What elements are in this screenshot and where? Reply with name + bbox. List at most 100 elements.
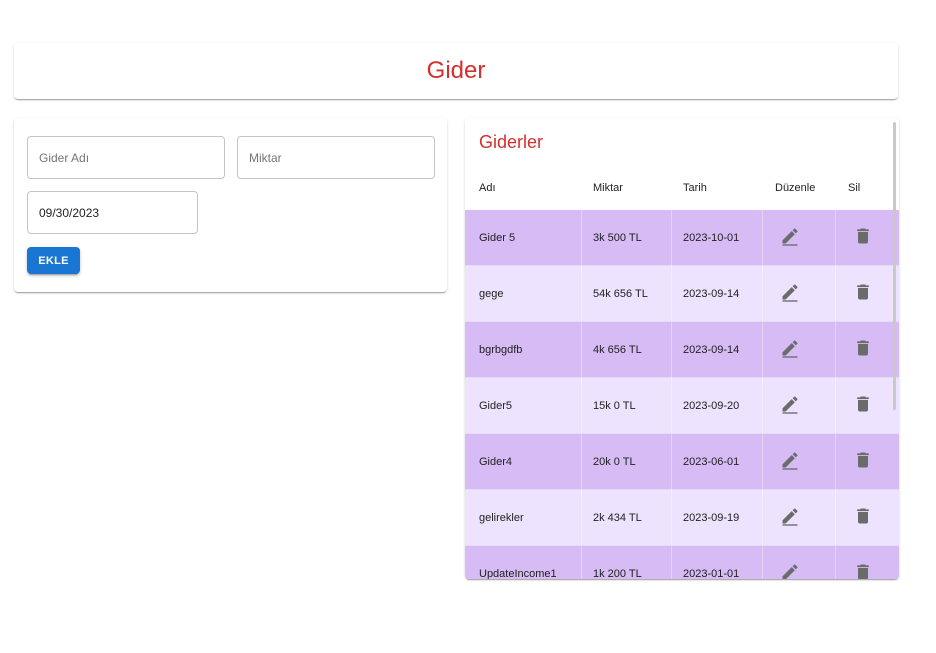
date-field[interactable]	[27, 191, 198, 234]
header-bar: Gider	[14, 43, 898, 99]
edit-button[interactable]	[778, 394, 802, 418]
row-name: UpdateIncome1	[479, 568, 557, 579]
column-divider	[581, 266, 582, 322]
trash-delete-icon	[853, 338, 873, 363]
column-divider	[671, 490, 672, 546]
table-row: gelirekler 2k 434 TL 2023-09-19	[465, 490, 899, 546]
edit-button[interactable]	[778, 282, 802, 306]
expense-list-panel: Giderler Adı Miktar Tarih Düzenle Sil Gi…	[465, 118, 899, 579]
edit-button[interactable]	[778, 226, 802, 250]
row-amount: 20k 0 TL	[593, 456, 636, 468]
trash-delete-icon	[853, 226, 873, 251]
row-date: 2023-01-01	[683, 568, 740, 579]
column-divider	[762, 546, 763, 579]
column-divider	[671, 378, 672, 434]
row-amount: 2k 434 TL	[593, 512, 642, 524]
table-row: gege 54k 656 TL 2023-09-14	[465, 266, 899, 322]
column-divider	[835, 266, 836, 322]
amount-field[interactable]	[237, 136, 435, 179]
delete-button[interactable]	[851, 282, 875, 306]
row-date: 2023-09-19	[683, 512, 740, 524]
column-divider	[581, 434, 582, 490]
pencil-edit-icon	[780, 226, 800, 251]
row-amount: 15k 0 TL	[593, 400, 636, 412]
expense-list-title: Giderler	[479, 132, 544, 152]
table-row: Gider4 20k 0 TL 2023-06-01	[465, 434, 899, 490]
table-row: UpdateIncome1 1k 200 TL 2023-01-01	[465, 546, 899, 579]
column-header-name: Adı	[479, 182, 496, 194]
column-divider	[671, 266, 672, 322]
edit-button[interactable]	[778, 506, 802, 530]
column-divider	[762, 434, 763, 490]
expense-table-body: Gider 5 3k 500 TL 2023-10-01 gege 54k 656 TL…	[465, 210, 899, 579]
add-button[interactable]: EKLE	[27, 247, 80, 274]
row-date: 2023-09-20	[683, 400, 740, 412]
pencil-edit-icon	[780, 450, 800, 475]
trash-delete-icon	[853, 506, 873, 531]
column-divider	[835, 546, 836, 579]
column-header-delete: Sil	[848, 182, 861, 194]
column-divider	[762, 322, 763, 378]
trash-delete-icon	[853, 450, 873, 475]
column-divider	[581, 210, 582, 266]
column-divider	[581, 546, 582, 579]
column-divider	[835, 378, 836, 434]
expense-name-input[interactable]	[39, 150, 213, 165]
column-divider	[581, 490, 582, 546]
scrollbar[interactable]	[893, 122, 896, 410]
edit-button[interactable]	[778, 450, 802, 474]
page-title: Gider	[426, 57, 486, 84]
row-amount: 1k 200 TL	[593, 568, 642, 579]
row-name: Gider5	[479, 400, 513, 412]
amount-input[interactable]	[249, 150, 423, 165]
column-divider	[762, 490, 763, 546]
expense-name-field[interactable]	[27, 136, 225, 179]
column-divider	[762, 266, 763, 322]
column-divider	[581, 378, 582, 434]
table-row: Gider5 15k 0 TL 2023-09-20	[465, 378, 899, 434]
delete-button[interactable]	[851, 338, 875, 362]
column-divider	[671, 434, 672, 490]
delete-button[interactable]	[851, 394, 875, 418]
column-divider	[762, 378, 763, 434]
row-name: Gider 5	[479, 232, 516, 244]
row-date: 2023-09-14	[683, 344, 740, 356]
column-divider	[762, 210, 763, 266]
column-header-amount: Miktar	[593, 182, 623, 194]
pencil-edit-icon	[780, 338, 800, 363]
delete-button[interactable]	[851, 562, 875, 579]
column-divider	[671, 210, 672, 266]
row-date: 2023-10-01	[683, 232, 740, 244]
row-date: 2023-09-14	[683, 288, 740, 300]
trash-delete-icon	[853, 562, 873, 579]
row-amount: 3k 500 TL	[593, 232, 642, 244]
column-divider	[835, 490, 836, 546]
row-date: 2023-06-01	[683, 456, 740, 468]
column-divider	[835, 434, 836, 490]
column-header-date: Tarih	[683, 182, 707, 194]
row-amount: 54k 656 TL	[593, 288, 648, 300]
row-name: gege	[479, 288, 504, 300]
row-name: gelirekler	[479, 512, 524, 524]
edit-button[interactable]	[778, 338, 802, 362]
pencil-edit-icon	[780, 506, 800, 531]
column-divider	[671, 322, 672, 378]
pencil-edit-icon	[780, 562, 800, 579]
date-input[interactable]	[39, 205, 186, 220]
row-name: Gider4	[479, 456, 513, 468]
trash-delete-icon	[853, 394, 873, 419]
column-header-edit: Düzenle	[775, 182, 816, 194]
trash-delete-icon	[853, 282, 873, 307]
pencil-edit-icon	[780, 394, 800, 419]
column-divider	[835, 210, 836, 266]
table-row: Gider 5 3k 500 TL 2023-10-01	[465, 210, 899, 266]
column-divider	[581, 322, 582, 378]
edit-button[interactable]	[778, 562, 802, 579]
pencil-edit-icon	[780, 282, 800, 307]
row-amount: 4k 656 TL	[593, 344, 642, 356]
delete-button[interactable]	[851, 226, 875, 250]
delete-button[interactable]	[851, 506, 875, 530]
delete-button[interactable]	[851, 450, 875, 474]
table-row: bgrbgdfb 4k 656 TL 2023-09-14	[465, 322, 899, 378]
expense-form: EKLE	[14, 118, 447, 292]
